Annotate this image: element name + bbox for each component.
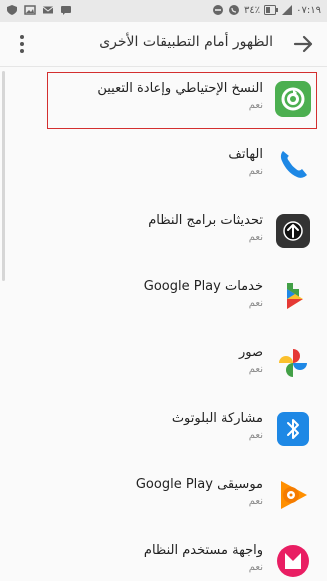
email-icon [42,6,54,14]
list-item-photos[interactable]: صور نعم [0,331,327,397]
status-notification-icons [6,4,72,16]
system-update-icon [276,214,310,248]
message-icon [61,6,71,15]
item-texts: صور نعم [239,345,263,376]
item-label: النسخ الإحتياطي وإعادة التعيين [97,81,263,96]
item-label: واجهة مستخدم النظام [143,543,263,558]
whatsapp-icon [229,5,240,15]
overflow-menu-icon[interactable] [8,30,36,58]
system-ui-icon [277,545,309,577]
signal-icon [282,5,293,15]
item-texts: موسيقى Google Play نعم [136,477,263,508]
item-texts: الهاتف نعم [228,147,263,178]
item-label: مشاركة البلوتوث [171,411,263,426]
google-play-music-icon [281,481,307,509]
list-item-system-ui[interactable]: واجهة مستخدم النظام نعم [0,529,327,581]
list-item-system-update[interactable]: تحديثات برامج النظام نعم [0,199,327,265]
item-label: تحديثات برامج النظام [148,213,263,228]
item-texts: خدمات Google Play نعم [144,279,263,310]
app-list: النسخ الإحتياطي وإعادة التعيين نعم الهات… [0,67,327,581]
item-texts: واجهة مستخدم النظام نعم [144,543,263,574]
app-bar: الظهور أمام التطبيقات الأخرى [0,22,327,67]
bluetooth-icon [277,412,309,446]
do-not-disturb-icon [213,5,224,15]
list-item-bluetooth-share[interactable]: مشاركة البلوتوث نعم [0,397,327,463]
item-texts: النسخ الإحتياطي وإعادة التعيين نعم [97,81,263,112]
clock: ٠٧:١٩ [296,4,321,16]
phone-icon [280,151,307,178]
item-status: نعم [248,364,263,375]
item-status: نعم [248,100,263,111]
item-texts: مشاركة البلوتوث نعم [172,411,263,442]
item-status: نعم [248,232,263,243]
google-play-services-icon [287,283,303,309]
shield-icon [7,5,17,15]
item-texts: تحديثات برامج النظام نعم [148,213,263,244]
battery-percent: ٣٤٪ [244,4,261,16]
backup-restore-icon [275,81,311,117]
list-item-google-play-services[interactable]: خدمات Google Play نعم [0,265,327,331]
battery-icon [264,5,279,15]
status-system-icons: ٣٤٪ ٠٧:١٩ [212,4,321,16]
page-title: الظهور أمام التطبيقات الأخرى [99,34,273,50]
item-label: خدمات Google Play [143,279,263,294]
back-arrow-icon[interactable] [289,30,317,58]
photos-icon [279,349,307,377]
item-status: نعم [248,298,263,309]
list-item-phone[interactable]: الهاتف نعم [0,133,327,199]
item-status: نعم [248,562,263,573]
status-bar: ٣٤٪ ٠٧:١٩ [0,0,327,22]
item-label: الهاتف [228,147,263,162]
item-label: موسيقى Google Play [135,477,263,492]
item-status: نعم [248,496,263,507]
list-item-backup-restore[interactable]: النسخ الإحتياطي وإعادة التعيين نعم [0,67,327,133]
item-status: نعم [248,430,263,441]
item-label: صور [238,345,263,360]
item-status: نعم [248,166,263,177]
image-icon [24,5,36,15]
list-item-google-play-music[interactable]: موسيقى Google Play نعم [0,463,327,529]
